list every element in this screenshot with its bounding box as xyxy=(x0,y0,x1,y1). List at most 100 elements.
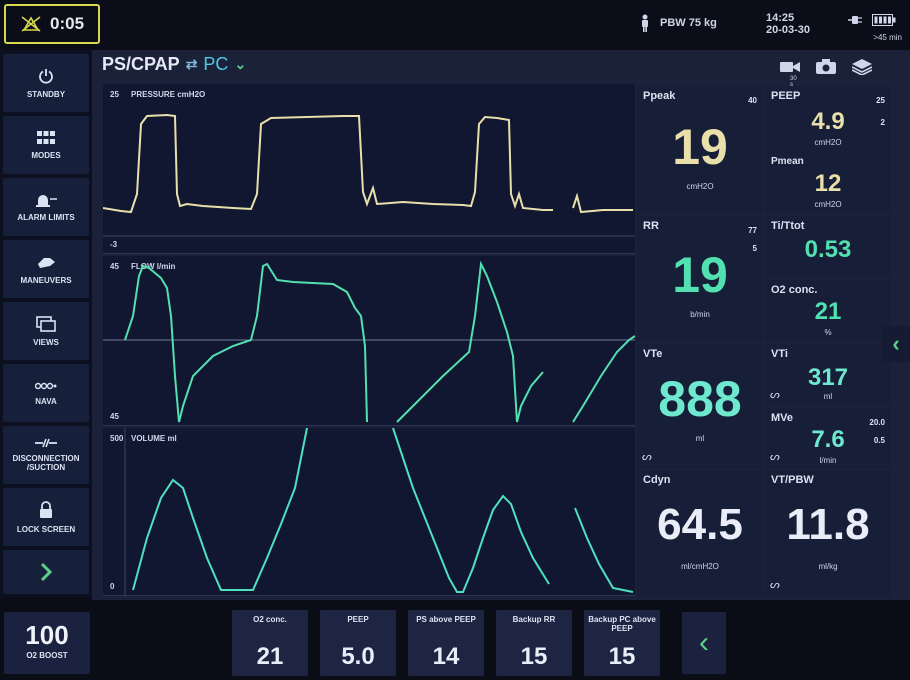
sidebar-more-button[interactable] xyxy=(3,550,89,594)
hand-icon xyxy=(38,257,55,268)
sidebar: STANDBY MODES ALARM LIMITS MANEUVERS VIE… xyxy=(0,50,92,598)
time: 14:25 xyxy=(766,12,795,24)
setting-value: 21 xyxy=(256,643,284,670)
pbw-label: PBW 75 kg xyxy=(660,17,717,29)
peep-limit-high: 25 xyxy=(876,96,885,105)
screenshot-button[interactable] xyxy=(816,59,836,79)
flow-waveform-panel: 45 FLOW l/min 45 xyxy=(103,256,635,426)
setting-ps-above-peep[interactable]: PS above PEEP 14 xyxy=(408,610,484,676)
peep-value: 4.9 xyxy=(811,108,845,135)
setting-backup-pc[interactable]: Backup PC above PEEP 15 xyxy=(584,610,660,676)
vti-cell[interactable]: VTi 317 ml ᔕ xyxy=(765,344,891,406)
chevron-right-icon xyxy=(40,562,53,582)
sidebar-item-label: NAVA xyxy=(35,396,57,406)
ppeak-limit-high: 40 xyxy=(748,96,757,105)
sidebar-item-standby[interactable]: STANDBY xyxy=(3,54,89,112)
chevron-left-icon: ‹ xyxy=(699,626,709,659)
layers-button[interactable] xyxy=(851,58,873,80)
chevron-down-icon: ⌄ xyxy=(234,56,247,72)
lock-icon xyxy=(40,500,52,518)
peep-unit: cmH2O xyxy=(814,138,842,147)
settings-back-button[interactable]: ‹ xyxy=(682,612,726,674)
camera-icon xyxy=(816,59,836,74)
o2-boost-button[interactable]: 100 O2 BOOST xyxy=(4,612,90,674)
nava-icon xyxy=(35,382,57,389)
vti-label: VTi xyxy=(771,348,788,360)
vt-pbw-cell[interactable]: VT/PBW 11.8 ml/kg ᔕ xyxy=(765,470,891,596)
sidebar-item-label: VIEWS xyxy=(33,337,59,347)
mve-value: 7.6 xyxy=(811,426,845,453)
volume-waveform-panel: 500 VOLUME ml 0 xyxy=(103,428,635,596)
volume-curve xyxy=(132,428,634,593)
vt-pbw-value: 11.8 xyxy=(786,500,870,549)
alternate-mode: PC xyxy=(203,54,229,74)
setting-value: 14 xyxy=(432,643,460,670)
mve-cell[interactable]: MVe 20.0 0.5 7.6 l/min ᔕ xyxy=(765,408,891,468)
peep-pmean-cell[interactable]: PEEP 25 2 4.9 cmH2O Pmean 12 cmH2O xyxy=(765,86,891,214)
setting-label: PS above PEEP xyxy=(416,615,476,624)
sidebar-item-lock-screen[interactable]: LOCK SCREEN xyxy=(3,488,89,546)
setting-label: Backup RR xyxy=(512,615,556,624)
sidebar-item-maneuvers[interactable]: MANEUVERS xyxy=(3,240,89,298)
cdyn-unit: ml/cmH2O xyxy=(681,562,719,571)
vti-value: 317 xyxy=(807,364,849,391)
vt-pbw-unit: ml/kg xyxy=(818,562,838,571)
vte-unit: ml xyxy=(695,434,705,443)
vti-unit: ml xyxy=(823,392,833,401)
ppeak-value: 19 xyxy=(672,119,728,175)
setting-peep[interactable]: PEEP 5.0 xyxy=(320,610,396,676)
rr-label: RR xyxy=(643,220,659,232)
o2-cell[interactable]: O2 conc. 21 % xyxy=(765,280,891,342)
o2-value: 21 xyxy=(814,298,842,325)
sidebar-item-modes[interactable]: MODES xyxy=(3,116,89,174)
ti-ttot-cell[interactable]: Ti/Ttot 0.53 xyxy=(765,216,891,278)
vte-cell[interactable]: VTe 888 ml ᔕ xyxy=(637,344,763,468)
setting-backup-rr[interactable]: Backup RR 15 xyxy=(496,610,572,676)
person-icon xyxy=(642,14,648,32)
battery-icon xyxy=(872,14,896,26)
pressure-curve xyxy=(103,113,633,214)
alarm-bell-icon xyxy=(36,194,57,207)
setting-label: Backup PC above PEEP xyxy=(588,615,656,633)
sidebar-item-nava[interactable]: NAVA xyxy=(3,364,89,422)
ppeak-unit: cmH2O xyxy=(686,182,714,191)
patient-info[interactable]: PBW 75 kg xyxy=(640,14,717,32)
mve-unit: l/min xyxy=(819,456,837,465)
peep-label: PEEP xyxy=(771,90,801,102)
cdyn-label: Cdyn xyxy=(643,474,671,486)
rr-cell[interactable]: RR 77 5 19 b/min xyxy=(637,216,763,342)
vte-value: 888 xyxy=(658,371,742,427)
sidebar-item-label: DISCONNECTION /SUCTION xyxy=(12,454,80,472)
sidebar-item-label: MANEUVERS xyxy=(20,275,72,285)
setting-value: 15 xyxy=(608,643,636,670)
ppeak-cell[interactable]: Ppeak 40 19 cmH2O xyxy=(637,86,763,214)
plug-icon xyxy=(848,16,862,24)
views-icon xyxy=(36,315,56,332)
sidebar-item-views[interactable]: VIEWS xyxy=(3,302,89,360)
o2-boost-label: O2 BOOST xyxy=(26,651,68,660)
sidebar-item-label: STANDBY xyxy=(26,89,66,99)
cdyn-value: 64.5 xyxy=(657,500,743,549)
setting-o2-conc[interactable]: O2 conc. 21 xyxy=(232,610,308,676)
vte-label: VTe xyxy=(643,348,663,360)
expand-panel-button[interactable]: ‹ xyxy=(882,326,910,362)
sidebar-item-alarm-limits[interactable]: ALARM LIMITS xyxy=(3,178,89,236)
sidebar-item-disconnection-suction[interactable]: DISCONNECTION /SUCTION xyxy=(3,426,89,484)
volume-waveform xyxy=(124,428,634,596)
setting-label: O2 conc. xyxy=(253,615,287,624)
sidebar-item-label: MODES xyxy=(31,150,61,160)
video-camera-icon xyxy=(780,61,800,72)
cdyn-cell[interactable]: Cdyn 64.5 ml/cmH2O xyxy=(637,470,763,596)
ppeak-label: Ppeak xyxy=(643,90,676,102)
alarm-silence-button[interactable]: 0:05 xyxy=(4,4,100,44)
pmean-unit: cmH2O xyxy=(814,200,842,209)
sidebar-item-label: LOCK SCREEN xyxy=(16,524,76,534)
disconnect-icon xyxy=(35,438,57,448)
swap-icon: ⇄ xyxy=(185,56,198,72)
ti-ttot-value: 0.53 xyxy=(804,236,852,263)
layers-icon xyxy=(851,58,873,76)
power-status: >45 min xyxy=(848,12,902,42)
record-video-button[interactable]: 30 s xyxy=(780,60,800,88)
mve-label: MVe xyxy=(771,412,794,424)
mode-selector[interactable]: PS/CPAP ⇄ PC ⌄ xyxy=(102,54,246,75)
